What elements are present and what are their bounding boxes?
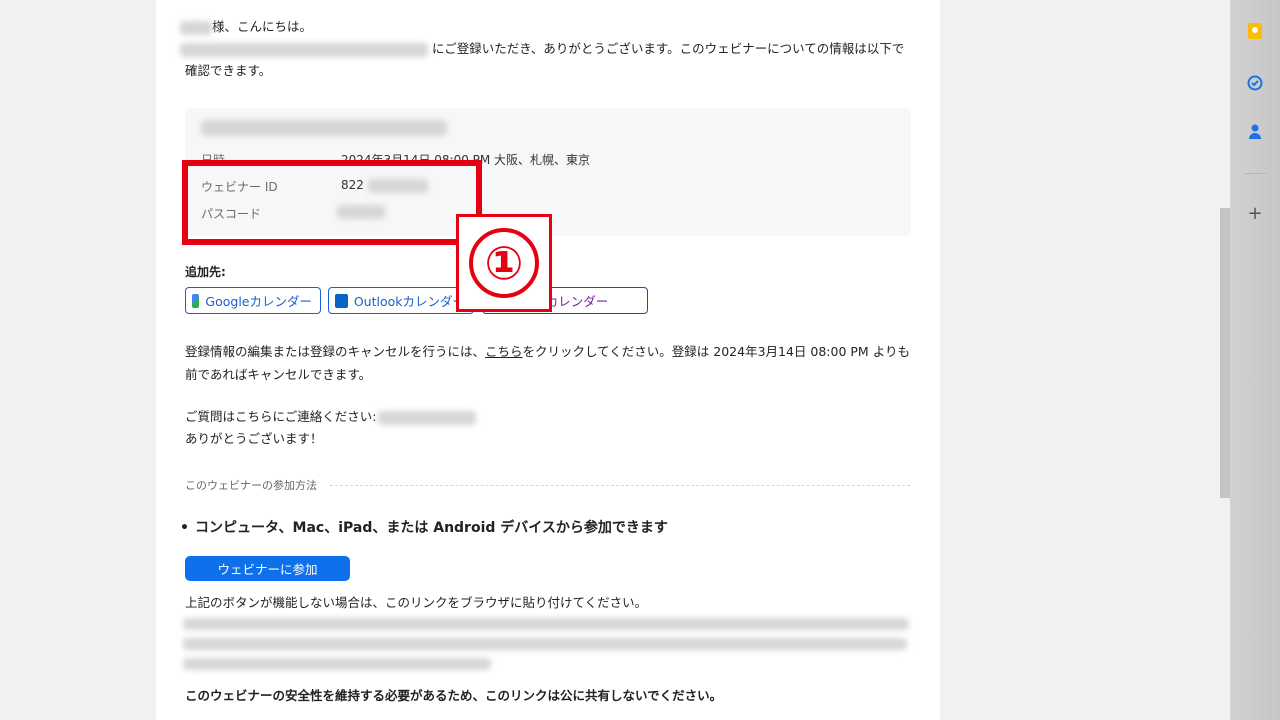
tasks-icon-graphic (1247, 75, 1263, 91)
redacted-link-line (183, 658, 491, 670)
tasks-icon[interactable] (1246, 74, 1264, 92)
join-webinar-button[interactable]: ウェビナーに参加 (185, 556, 350, 581)
keep-icon[interactable] (1246, 22, 1264, 40)
contacts-icon[interactable] (1246, 123, 1264, 141)
redacted-email (378, 410, 477, 425)
keep-icon-graphic (1248, 23, 1262, 39)
join-section-title: このウェビナーの参加方法 (185, 479, 317, 492)
bullet-icon: • (180, 520, 189, 536)
google-calendar-button[interactable]: Googleカレンダー (185, 287, 321, 314)
redacted-link-line (183, 638, 907, 650)
edit-line: 登録情報の編集または登録のキャンセルを行うには、こちらをクリックしてください。登… (185, 344, 910, 359)
registration-line-2: 確認できます。 (185, 63, 272, 78)
section-divider (330, 485, 910, 486)
outlook-icon (335, 293, 348, 308)
contact-line: ご質問はこちらにご連絡ください: (185, 406, 477, 428)
redacted-link-line (183, 618, 909, 630)
side-panel (1230, 0, 1280, 720)
edit-registration-link[interactable]: こちら (485, 344, 523, 359)
redacted-topic (201, 120, 447, 136)
highlight-annotation (182, 160, 482, 245)
security-note: このウェビナーの安全性を維持する必要があるため、このリンクは公に共有しないでくだ… (185, 688, 723, 703)
redacted-join-link[interactable] (183, 618, 911, 670)
step-marker: ① (456, 214, 552, 312)
google-calendar-icon (192, 293, 200, 308)
registration-line: にご登録いただき、ありがとうございます。このウェビナーについての情報は以下で (180, 38, 904, 60)
outlook-calendar-button[interactable]: Outlookカレンダー (328, 287, 474, 314)
device-bullet: • コンピュータ、Mac、iPad、または Android デバイスから参加できま… (180, 520, 668, 536)
greeting: 様、こんにちは。 (180, 16, 312, 38)
thanks-line: ありがとうございます！ (185, 431, 323, 446)
edit-line-2: 前であればキャンセルできます。 (185, 367, 372, 382)
contacts-icon-graphic (1249, 124, 1261, 139)
link-hint: 上記のボタンが機能しない場合は、このリンクをブラウザに貼り付けてください。 (185, 595, 648, 610)
add-to-label: 追加先: (185, 265, 226, 279)
redacted-webinar-title (180, 42, 428, 57)
add-icon[interactable]: + (1246, 203, 1264, 224)
scrollbar-thumb[interactable] (1220, 208, 1230, 498)
redacted-name (180, 20, 212, 35)
side-divider (1244, 173, 1266, 174)
